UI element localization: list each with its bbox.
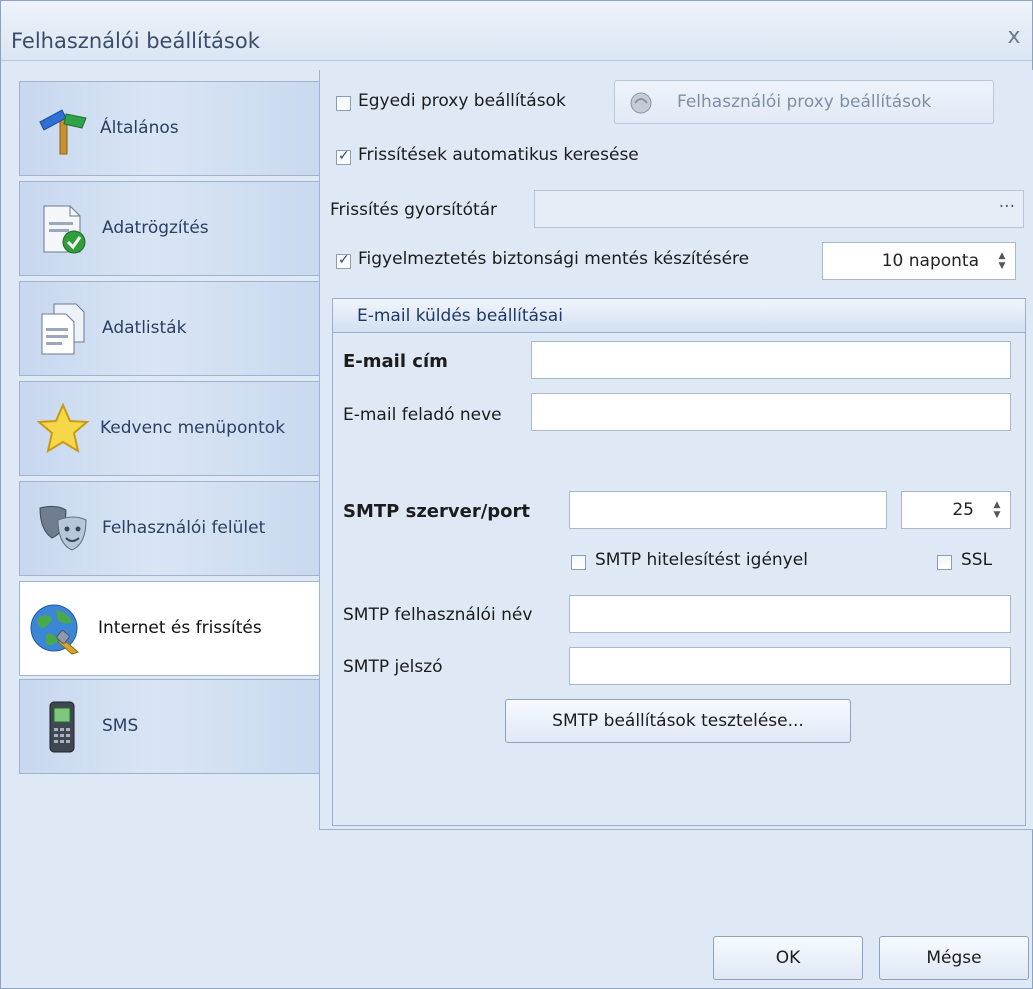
backup-interval-value: 10 naponta: [881, 251, 979, 271]
backup-warning-checkbox[interactable]: [336, 252, 351, 269]
nav-item-altalanos[interactable]: Általános: [19, 81, 319, 176]
cancel-button[interactable]: Mégse: [879, 936, 1029, 980]
ssl-checkbox[interactable]: [937, 555, 952, 570]
close-button[interactable]: x: [1002, 25, 1026, 49]
smtp-username-label: SMTP felhasználói név: [343, 605, 533, 625]
mobile-phone-icon: [49, 701, 75, 753]
nav-label: Kedvenc menüpontok: [100, 418, 286, 438]
nav-label: Adatrögzítés: [102, 218, 209, 238]
email-group-header: E-mail küldés beállításai: [333, 299, 1025, 333]
globe-plug-icon: [30, 604, 79, 655]
nav-item-internet-es-frissites[interactable]: Internet és frissítés: [19, 581, 319, 676]
spinner-arrows-icon[interactable]: ▲ ▼: [997, 251, 1007, 273]
nav-label: Felhasználói felület: [102, 518, 266, 538]
window-title: Felhasználói beállítások: [11, 29, 260, 53]
smtp-auth-label: SMTP hitelesítést igényel: [595, 550, 808, 570]
smtp-test-button[interactable]: SMTP beállítások tesztelése...: [505, 699, 851, 743]
email-address-field[interactable]: [531, 341, 1011, 379]
smtp-port-spinner[interactable]: 25 ▲ ▼: [901, 491, 1011, 529]
browse-button[interactable]: ···: [999, 197, 1015, 217]
backup-warning-label: Figyelmeztetés biztonsági mentés készíté…: [358, 249, 750, 269]
nav-item-felhasznaloi-felulet[interactable]: Felhasználói felület: [19, 481, 319, 576]
proxy-icon: [630, 92, 652, 114]
masks-icon: [39, 505, 87, 551]
document-check-icon: [43, 205, 86, 254]
smtp-server-label: SMTP szerver/port: [343, 501, 531, 522]
smtp-auth-checkbox[interactable]: [571, 555, 586, 570]
sender-name-field[interactable]: [531, 393, 1011, 431]
sender-name-label: E-mail feladó neve: [343, 405, 502, 425]
custom-proxy-checkbox[interactable]: [336, 96, 351, 111]
documents-icon: [41, 303, 85, 355]
star-icon: [36, 402, 90, 454]
title-bar: Felhasználói beállítások x: [1, 1, 1032, 61]
smtp-password-field[interactable]: [569, 647, 1011, 685]
settings-dialog: Felhasználói beállítások x Általános Ada…: [0, 0, 1033, 989]
nav-label: Internet és frissítés: [98, 618, 262, 638]
nav-item-adatrogzites[interactable]: Adatrögzítés: [19, 181, 319, 276]
signpost-icon: [39, 109, 87, 155]
nav-item-sms[interactable]: SMS: [19, 679, 319, 774]
nav-label: SMS: [102, 716, 139, 736]
settings-nav: Általános Adatrögzítés Adatlisták Kedven…: [1, 61, 319, 989]
auto-update-checkbox[interactable]: [336, 148, 351, 165]
backup-interval-spinner[interactable]: 10 naponta ▲ ▼: [822, 242, 1016, 280]
nav-item-kedvenc-menupontok[interactable]: Kedvenc menüpontok: [19, 381, 319, 476]
custom-proxy-label: Egyedi proxy beállítások: [358, 91, 566, 111]
user-proxy-settings-label: Felhasználói proxy beállítások: [677, 92, 932, 112]
nav-label: Adatlisták: [102, 318, 187, 338]
ssl-label: SSL: [961, 550, 993, 570]
settings-content: Egyedi proxy beállítások Felhasználói pr…: [319, 70, 1033, 830]
user-proxy-settings-button[interactable]: Felhasználói proxy beállítások: [614, 80, 994, 124]
nav-label: Általános: [100, 118, 179, 138]
smtp-server-field[interactable]: [569, 491, 887, 529]
smtp-password-label: SMTP jelszó: [343, 657, 443, 677]
email-settings-group: E-mail küldés beállításai E-mail cím E-m…: [332, 298, 1026, 826]
auto-update-label: Frissítések automatikus keresése: [358, 145, 639, 165]
update-cache-field[interactable]: ···: [534, 190, 1024, 228]
update-cache-label: Frissítés gyorsítótár: [330, 200, 498, 220]
ok-button[interactable]: OK: [713, 936, 863, 980]
email-group-title: E-mail küldés beállításai: [357, 306, 563, 326]
email-address-label: E-mail cím: [343, 351, 448, 372]
smtp-port-value: 25: [952, 500, 974, 520]
nav-item-adatlistak[interactable]: Adatlisták: [19, 281, 319, 376]
spinner-arrows-icon[interactable]: ▲ ▼: [992, 500, 1002, 522]
smtp-username-field[interactable]: [569, 595, 1011, 633]
